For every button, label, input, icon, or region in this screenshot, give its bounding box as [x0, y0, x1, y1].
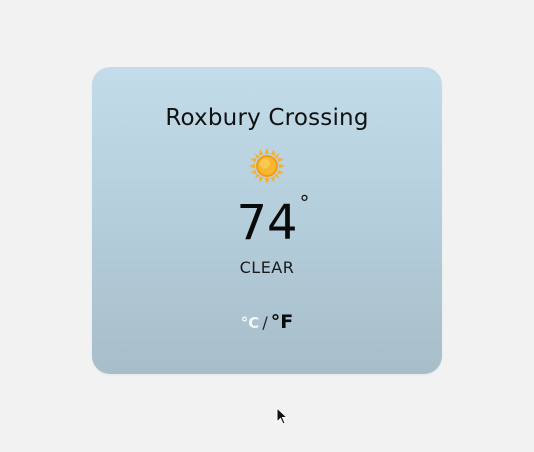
weather-condition: CLEAR	[239, 258, 295, 277]
weather-card: Roxbury Crossing 74 ° CLEAR °C / °F	[92, 67, 442, 374]
mouse-pointer-icon	[276, 407, 288, 425]
celsius-toggle[interactable]: °C	[241, 314, 260, 332]
unit-separator: /	[262, 313, 268, 332]
unit-toggle: °C / °F	[92, 311, 442, 333]
degree-symbol: °	[299, 191, 310, 215]
location-name: Roxbury Crossing	[165, 105, 369, 131]
temperature-value: 74 °	[236, 193, 309, 251]
sun-icon	[249, 148, 285, 184]
fahrenheit-toggle[interactable]: °F	[271, 311, 293, 333]
temperature-container: 74 °	[92, 193, 442, 251]
temperature-number: 74	[236, 195, 298, 251]
page: Roxbury Crossing 74 ° CLEAR °C / °F	[0, 0, 534, 452]
